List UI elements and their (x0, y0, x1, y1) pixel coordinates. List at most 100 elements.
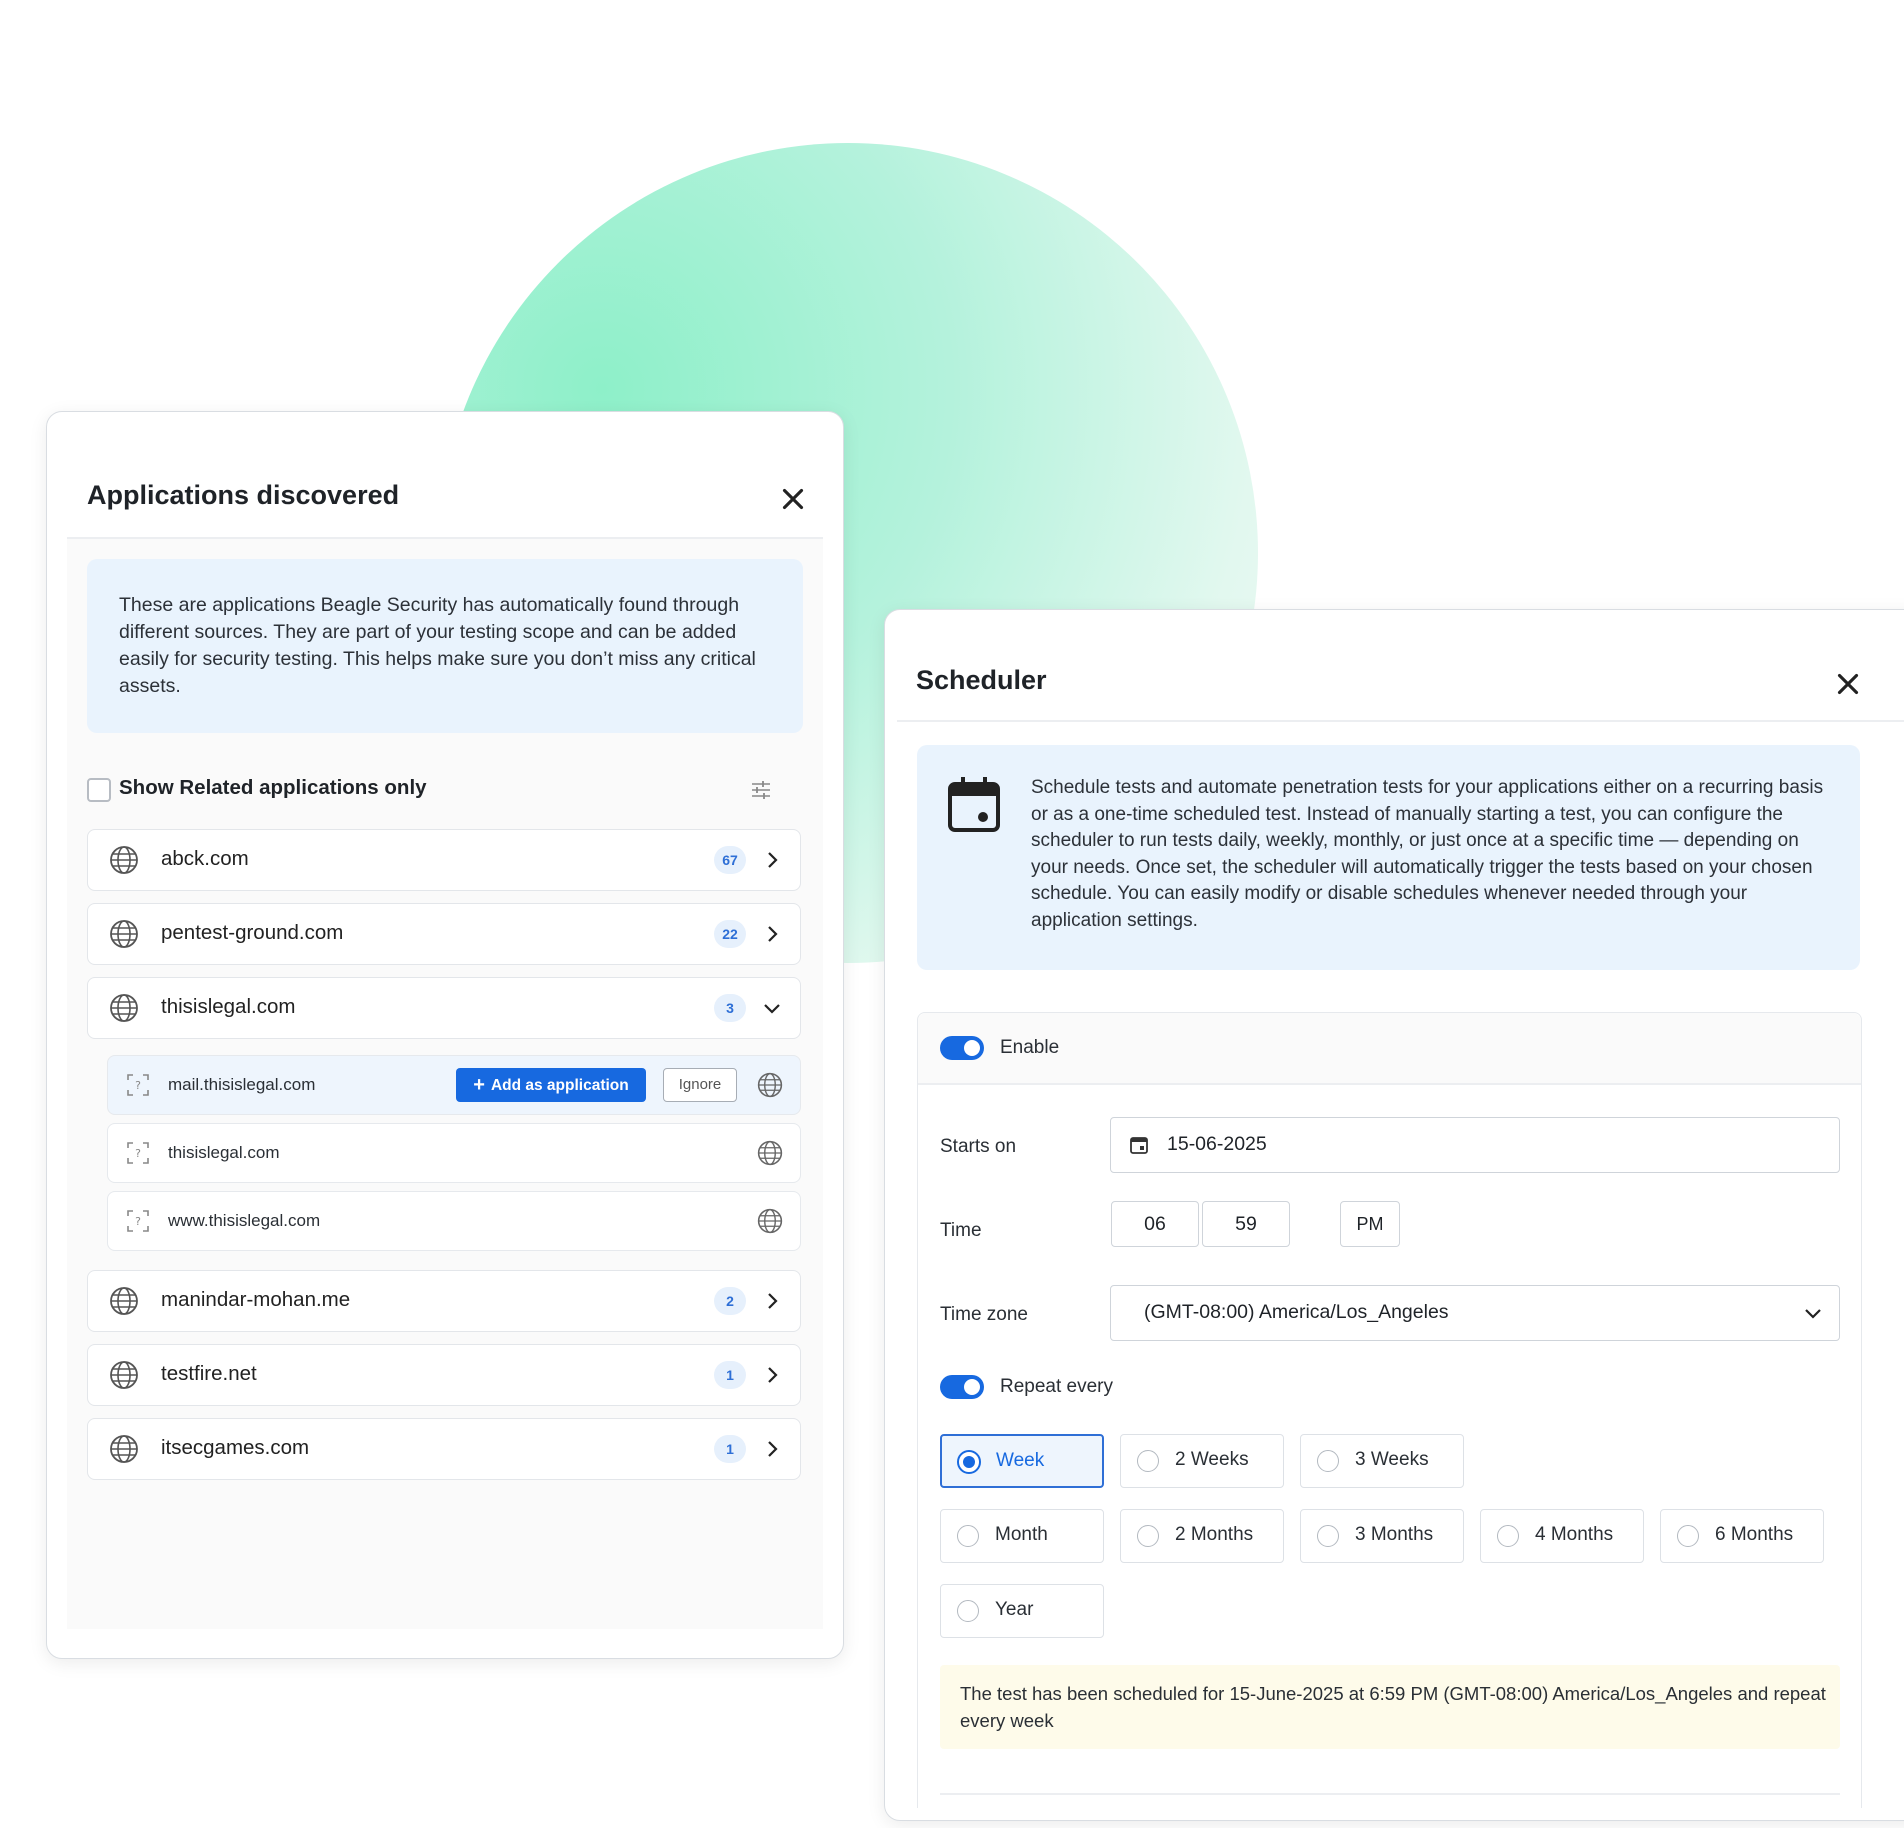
count-badge: 1 (714, 1361, 746, 1389)
radio (1317, 1525, 1339, 1547)
count-badge: 1 (714, 1435, 746, 1463)
timezone-select[interactable]: (GMT-08:00) America/Los_Angeles (1110, 1285, 1840, 1341)
starts-on-label: Starts on (940, 1136, 1017, 1157)
schedule-summary-notice: The test has been scheduled for 15-June-… (940, 1665, 1840, 1749)
globe-icon (110, 920, 138, 948)
add-as-application-button[interactable]: + Add as application (456, 1068, 646, 1102)
radio (1497, 1525, 1519, 1547)
ampm-field[interactable]: PM (1340, 1201, 1400, 1247)
globe-icon (110, 1361, 138, 1389)
starts-on-date-field[interactable]: 15-06-2025 (1110, 1117, 1840, 1173)
domain-row[interactable]: itsecgames.com 1 (87, 1418, 801, 1480)
domain-row-expanded[interactable]: thisislegal.com 3 (87, 977, 801, 1039)
domain-name: thisislegal.com (161, 995, 296, 1018)
time-label: Time (940, 1220, 982, 1241)
radio (1137, 1525, 1159, 1547)
domain-row[interactable]: abck.com 67 (87, 829, 801, 891)
domain-row[interactable]: pentest-ground.com 22 (87, 903, 801, 965)
repeat-option-week[interactable]: Week (940, 1434, 1104, 1488)
subdomain-row: ? mail.thisislegal.com + Add as applicati… (107, 1055, 801, 1115)
domain-name: testfire.net (161, 1362, 257, 1385)
chevron-right-icon[interactable] (762, 924, 782, 944)
globe-icon (110, 994, 138, 1022)
scheduler-info-box: Schedule tests and automate penetration … (917, 745, 1860, 970)
domain-row[interactable]: testfire.net 1 (87, 1344, 801, 1406)
schedule-form: Enable Starts on 15-06-2025 Time 06 59 P… (917, 1012, 1862, 1808)
info-box: These are applications Beagle Security h… (87, 559, 803, 733)
subdomain-row: ? www.thisislegal.com (107, 1191, 801, 1251)
subdomain-row: ? thisislegal.com (107, 1123, 801, 1183)
radio (957, 1525, 979, 1547)
repeat-label: Repeat every (1000, 1376, 1114, 1397)
info-text: These are applications Beagle Security h… (119, 594, 756, 697)
related-only-label: Show Related applications only (119, 776, 427, 799)
repeat-option-2-weeks[interactable]: 2 Weeks (1120, 1434, 1284, 1488)
divider (940, 1793, 1840, 1795)
filter-sliders-icon[interactable] (750, 779, 772, 801)
schedule-summary-text: The test has been scheduled for 15-June-… (960, 1683, 1826, 1731)
count-badge: 3 (714, 994, 746, 1022)
enable-bar: Enable (918, 1013, 1861, 1085)
calendar-small-icon (1130, 1137, 1148, 1154)
ignore-button[interactable]: Ignore (663, 1068, 737, 1102)
repeat-option-3-weeks[interactable]: 3 Weeks (1300, 1434, 1464, 1488)
repeat-option-month[interactable]: Month (940, 1509, 1104, 1563)
subdomain-name: www.thisislegal.com (168, 1211, 321, 1230)
scheduler-info-text: Schedule tests and automate penetration … (1031, 777, 1824, 931)
repeat-option-4-months[interactable]: 4 Months (1480, 1509, 1644, 1563)
globe-icon (110, 1287, 138, 1315)
related-only-checkbox[interactable] (87, 778, 111, 802)
radio (957, 1600, 979, 1622)
chevron-right-icon[interactable] (762, 1365, 782, 1385)
chevron-down-icon (1805, 1309, 1821, 1319)
plus-icon: + (473, 1074, 485, 1096)
starts-on-value: 15-06-2025 (1167, 1133, 1267, 1155)
hour-field[interactable]: 06 (1111, 1201, 1199, 1247)
subdomain-name: mail.thisislegal.com (168, 1075, 316, 1094)
close-icon[interactable] (1831, 667, 1865, 701)
timezone-value: (GMT-08:00) America/Los_Angeles (1144, 1301, 1449, 1323)
svg-text:?: ? (135, 1079, 141, 1092)
svg-text:?: ? (135, 1215, 141, 1228)
unknown-app-icon: ? (127, 1210, 149, 1232)
chevron-right-icon[interactable] (762, 850, 782, 870)
scheduler-panel: Scheduler Schedule tests and automate pe… (884, 609, 1904, 1821)
radio (1137, 1450, 1159, 1472)
repeat-option-6-months[interactable]: 6 Months (1660, 1509, 1824, 1563)
count-badge: 22 (714, 920, 746, 948)
applications-discovered-panel: Applications discovered These are applic… (46, 411, 844, 1659)
applications-list-area: These are applications Beagle Security h… (67, 537, 823, 1629)
repeat-option-year[interactable]: Year (940, 1584, 1104, 1638)
domain-name: itsecgames.com (161, 1436, 310, 1459)
enable-label: Enable (1000, 1037, 1060, 1058)
globe-icon (110, 1435, 138, 1463)
domain-name: abck.com (161, 847, 249, 870)
radio (1317, 1450, 1339, 1472)
unknown-app-icon: ? (127, 1142, 149, 1164)
radio-selected (957, 1450, 981, 1474)
minute-field[interactable]: 59 (1202, 1201, 1290, 1247)
chevron-down-icon[interactable] (762, 998, 782, 1018)
panel-title: Scheduler (916, 665, 1047, 695)
panel-title: Applications discovered (87, 480, 400, 510)
globe-icon[interactable] (756, 1207, 784, 1235)
enable-toggle[interactable] (940, 1036, 984, 1060)
chevron-right-icon[interactable] (762, 1439, 782, 1459)
radio (1677, 1525, 1699, 1547)
timezone-label: Time zone (940, 1304, 1028, 1325)
domain-row[interactable]: manindar-mohan.me 2 (87, 1270, 801, 1332)
count-badge: 67 (714, 846, 746, 874)
domain-name: manindar-mohan.me (161, 1288, 351, 1311)
globe-icon (110, 846, 138, 874)
count-badge: 2 (714, 1287, 746, 1315)
divider (897, 720, 1904, 722)
svg-text:?: ? (135, 1147, 141, 1160)
repeat-toggle[interactable] (940, 1375, 984, 1399)
repeat-option-3-months[interactable]: 3 Months (1300, 1509, 1464, 1563)
repeat-option-2-months[interactable]: 2 Months (1120, 1509, 1284, 1563)
close-icon[interactable] (776, 482, 810, 516)
globe-icon[interactable] (756, 1071, 784, 1099)
unknown-app-icon: ? (127, 1074, 149, 1096)
globe-icon[interactable] (756, 1139, 784, 1167)
chevron-right-icon[interactable] (762, 1291, 782, 1311)
